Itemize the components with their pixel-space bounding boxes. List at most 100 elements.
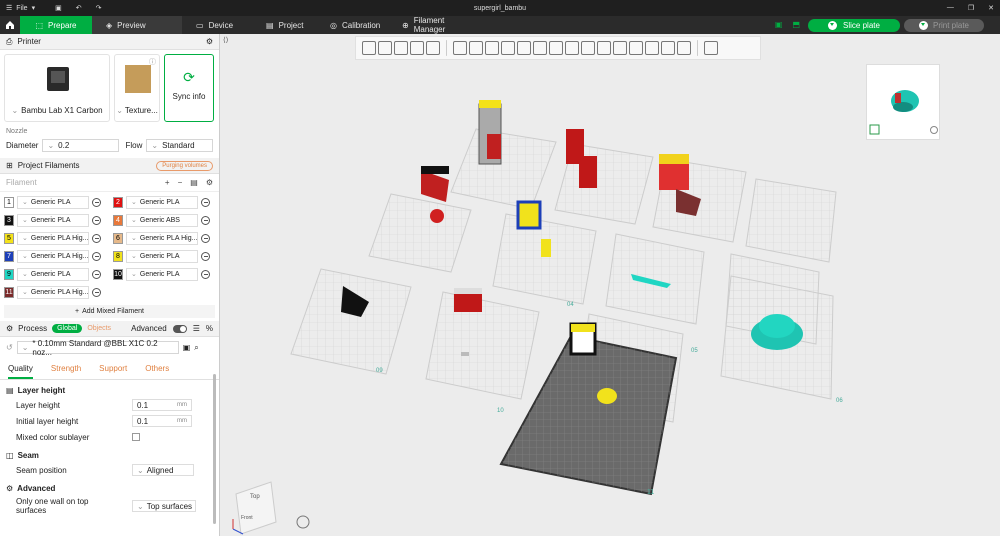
tab-support[interactable]: Support xyxy=(99,364,127,379)
chevron-down-icon[interactable] xyxy=(918,21,928,30)
tab-others[interactable]: Others xyxy=(145,364,169,379)
tab-quality[interactable]: Quality xyxy=(8,364,33,379)
add-icon[interactable]: + xyxy=(165,178,170,187)
remove-filament-icon[interactable] xyxy=(92,215,101,225)
filament-type-select[interactable]: ⌄ Generic PLA xyxy=(126,249,198,263)
chevron-down-icon[interactable] xyxy=(828,21,838,30)
filament-item[interactable]: 3 ⌄ Generic PLA xyxy=(4,213,113,227)
remove-icon[interactable]: − xyxy=(178,178,183,187)
layer-height-input[interactable]: 0.1 mm xyxy=(132,399,192,411)
plate-icon[interactable]: ▣ xyxy=(775,20,783,29)
list-icon[interactable]: ☰ xyxy=(193,324,200,333)
filament-type-select[interactable]: ⌄ Generic PLA Hig... xyxy=(17,231,89,245)
fit-view-icon[interactable] xyxy=(296,515,310,529)
filament-type-select[interactable]: ⌄ Generic PLA xyxy=(17,213,89,227)
filament-type-select[interactable]: ⌄ Generic PLA xyxy=(17,195,89,209)
filament-type-select[interactable]: ⌄ Generic PLA Hig... xyxy=(17,285,89,299)
filament-color-swatch[interactable]: 2 xyxy=(113,196,123,208)
global-toggle[interactable]: Global xyxy=(52,324,83,333)
remove-filament-icon[interactable] xyxy=(92,287,101,297)
filament-color-swatch[interactable]: 6 xyxy=(113,232,123,244)
printer-card[interactable]: ⌄ Bambu Lab X1 Carbon xyxy=(4,54,110,122)
tab-filament-manager[interactable]: ⊕ Filament Manager xyxy=(388,16,488,34)
build-plate[interactable] xyxy=(492,213,597,305)
mixed-color-checkbox[interactable] xyxy=(132,433,140,441)
left-panel-scrollbar[interactable] xyxy=(213,374,216,524)
filament-color-swatch[interactable]: 10 xyxy=(113,268,123,280)
texture-card[interactable]: ⓘ ⌄ Texture... xyxy=(114,54,160,122)
model-part[interactable] xyxy=(597,388,617,404)
undo-icon[interactable]: ↶ xyxy=(76,4,82,12)
seam-position-select[interactable]: ⌄ Aligned xyxy=(132,464,194,476)
diameter-select[interactable]: ⌄ 0.2 xyxy=(42,139,119,152)
filament-type-select[interactable]: ⌄ Generic ABS xyxy=(126,213,198,227)
tab-project[interactable]: ▤ Project xyxy=(252,16,316,34)
print-plate-button[interactable]: Print plate xyxy=(904,19,984,32)
filament-color-swatch[interactable]: 1 xyxy=(4,196,14,208)
save-icon[interactable]: ▣ xyxy=(55,4,62,12)
filament-color-swatch[interactable]: 5 xyxy=(4,232,14,244)
save-icon[interactable]: ▣ xyxy=(183,343,191,352)
build-plate[interactable] xyxy=(450,128,557,210)
remove-filament-icon[interactable] xyxy=(92,233,101,243)
model-part[interactable] xyxy=(421,170,449,202)
remove-filament-icon[interactable] xyxy=(201,233,210,243)
tab-prepare[interactable]: ⬚ Prepare xyxy=(20,16,92,34)
remove-filament-icon[interactable] xyxy=(92,269,101,279)
search-icon[interactable]: ⌕ xyxy=(194,343,198,353)
process-preset-select[interactable]: ⌄ * 0.10mm Standard @BBL X1C 0.2 noz... xyxy=(16,339,179,357)
filament-item[interactable]: 11 ⌄ Generic PLA Hig... xyxy=(4,285,113,299)
purging-volumes-button[interactable]: Purging volumes xyxy=(156,160,213,171)
filament-item[interactable]: 10 ⌄ Generic PLA xyxy=(113,267,219,281)
filament-color-swatch[interactable]: 8 xyxy=(113,250,123,262)
filament-type-select[interactable]: ⌄ Generic PLA xyxy=(126,267,198,281)
tab-calibration[interactable]: ◎ Calibration xyxy=(316,16,388,34)
build-plate[interactable] xyxy=(605,233,705,325)
remove-filament-icon[interactable] xyxy=(92,251,101,261)
close-icon[interactable]: ✕ xyxy=(988,4,994,12)
build-plate[interactable] xyxy=(290,268,412,375)
filament-color-swatch[interactable]: 4 xyxy=(113,214,123,226)
filament-color-swatch[interactable]: 3 xyxy=(4,214,14,226)
filament-type-select[interactable]: ⌄ Generic PLA xyxy=(17,267,89,281)
gear-icon[interactable]: ⚙ xyxy=(206,178,213,187)
filament-item[interactable]: 7 ⌄ Generic PLA Hig... xyxy=(4,249,113,263)
model-part[interactable] xyxy=(516,200,542,230)
filament-type-select[interactable]: ⌄ Generic PLA Hig... xyxy=(17,249,89,263)
tab-preview[interactable]: ◈ Preview xyxy=(92,16,182,34)
filament-color-swatch[interactable]: 11 xyxy=(4,286,14,298)
view-cube[interactable] xyxy=(235,481,277,535)
sync-info-button[interactable]: ⟳ Sync info xyxy=(164,54,214,122)
maximize-icon[interactable]: ❐ xyxy=(968,4,974,12)
filament-item[interactable]: 9 ⌄ Generic PLA xyxy=(4,267,113,281)
filament-color-swatch[interactable]: 7 xyxy=(4,250,14,262)
filament-type-select[interactable]: ⌄ Generic PLA Hig... xyxy=(126,231,198,245)
file-menu-label[interactable]: File xyxy=(16,5,27,12)
minimize-icon[interactable]: — xyxy=(947,4,954,12)
3d-viewport[interactable]: ⟨⟩ Top Front 09 10 11 04 05 06 xyxy=(221,34,1000,536)
add-mixed-filament-button[interactable]: + Add Mixed Filament xyxy=(4,305,215,318)
filament-item[interactable]: 2 ⌄ Generic PLA xyxy=(113,195,219,209)
remove-filament-icon[interactable] xyxy=(92,197,101,207)
build-plate[interactable] xyxy=(745,178,837,263)
info-icon[interactable]: ⓘ xyxy=(149,57,156,67)
remove-filament-icon[interactable] xyxy=(201,197,210,207)
filament-item[interactable]: 6 ⌄ Generic PLA Hig... xyxy=(113,231,219,245)
redo-icon[interactable]: ↷ xyxy=(96,4,102,12)
remove-filament-icon[interactable] xyxy=(201,215,210,225)
filament-item[interactable]: 1 ⌄ Generic PLA xyxy=(4,195,113,209)
one-wall-select[interactable]: ⌄ Top surfaces xyxy=(132,500,196,512)
initial-layer-height-input[interactable]: 0.1 mm xyxy=(132,415,192,427)
build-plate[interactable] xyxy=(368,193,472,273)
remove-filament-icon[interactable] xyxy=(201,251,210,261)
file-menu[interactable]: ☰ File ▾ xyxy=(0,4,35,13)
objects-toggle[interactable]: Objects xyxy=(87,325,111,332)
home-button[interactable] xyxy=(0,16,20,34)
advanced-toggle[interactable] xyxy=(172,324,187,333)
filament-type-select[interactable]: ⌄ Generic PLA xyxy=(126,195,198,209)
flow-select[interactable]: ⌄ Standard xyxy=(146,139,213,152)
export-icon[interactable]: ⬒ xyxy=(792,20,800,29)
slice-plate-button[interactable]: Slice plate xyxy=(808,19,900,32)
build-plate[interactable] xyxy=(425,291,540,400)
tab-strength[interactable]: Strength xyxy=(51,364,81,379)
